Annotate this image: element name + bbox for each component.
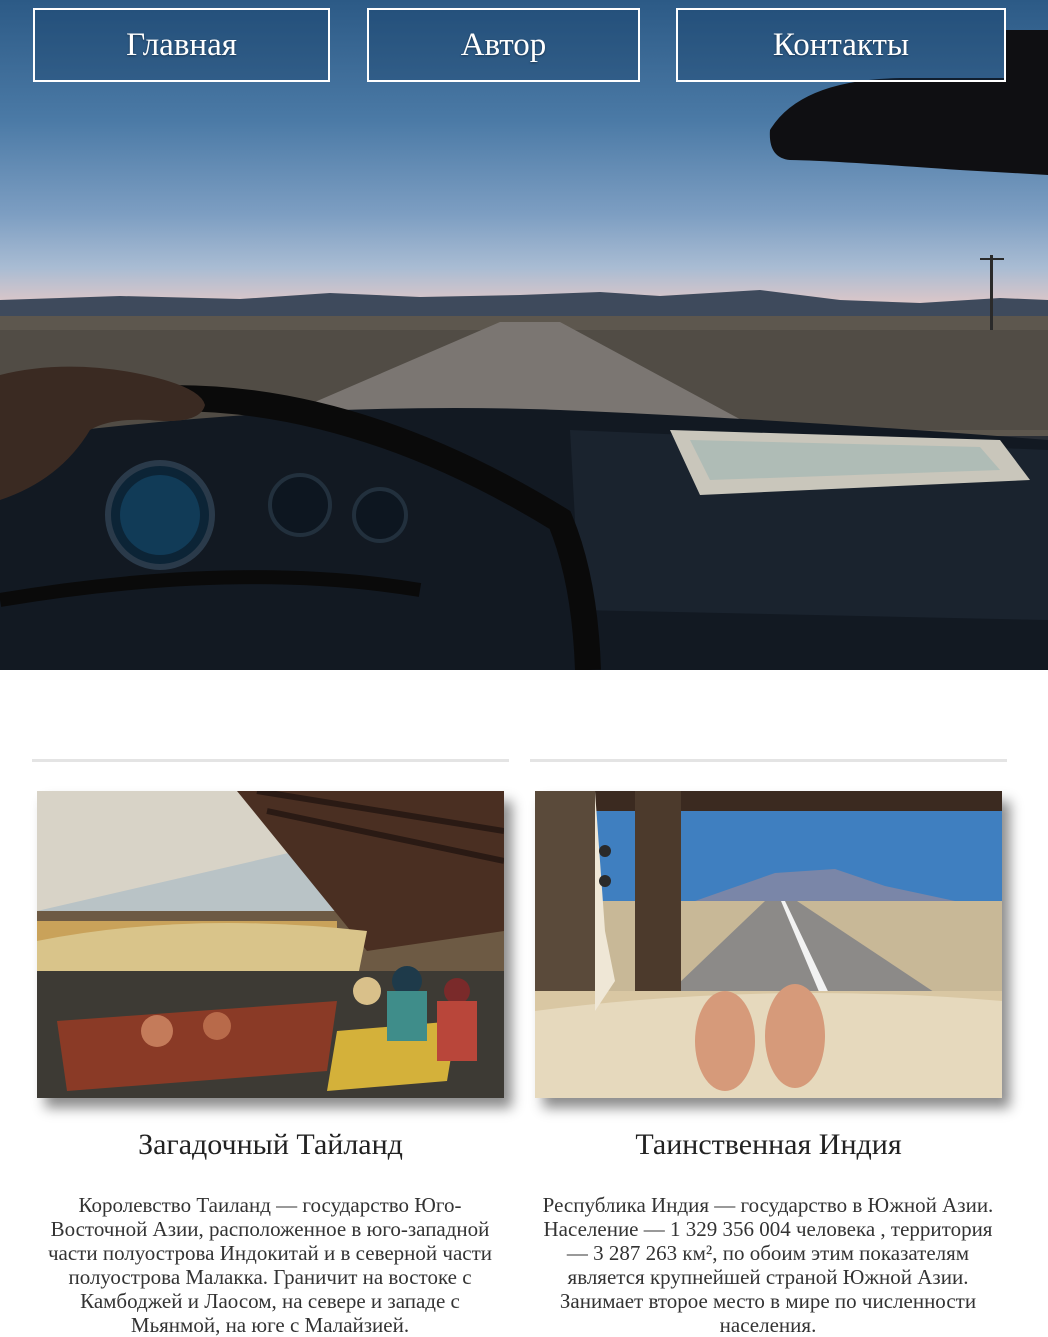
india-road-illustration xyxy=(535,791,1002,1098)
india-card-image[interactable] xyxy=(535,791,1002,1098)
hero-image: Главная Автор Контакты xyxy=(0,0,1048,670)
card-divider-thailand xyxy=(32,759,509,762)
india-card-text: Республика Индия — государство в Южной А… xyxy=(542,1193,994,1337)
main-nav: Главная Автор Контакты xyxy=(0,8,1048,86)
card-divider-india xyxy=(530,759,1007,762)
india-card-title: Таинственная Индия xyxy=(635,1128,902,1161)
thailand-card-title: Загадочный Тайланд xyxy=(138,1128,403,1161)
thailand-market-illustration xyxy=(37,791,504,1098)
thailand-card-image[interactable] xyxy=(37,791,504,1098)
thailand-card-text: Королевство Таиланд — государство Юго-Во… xyxy=(47,1193,493,1337)
nav-home-button[interactable]: Главная xyxy=(33,8,330,82)
hero-road-trip-illustration xyxy=(0,30,1048,670)
nav-author-button[interactable]: Автор xyxy=(367,8,640,82)
nav-contacts-button[interactable]: Контакты xyxy=(676,8,1006,82)
